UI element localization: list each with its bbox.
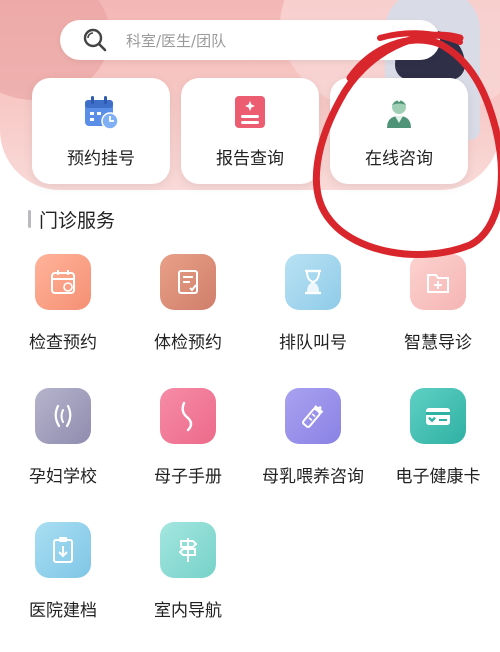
pregnancy-icon [54, 404, 72, 428]
section-marker [28, 210, 31, 228]
service-tile [35, 254, 91, 310]
medical-folder-icon [427, 274, 449, 293]
baby-bottle-icon [302, 405, 324, 428]
service-maternal-handbook[interactable]: 母子手册 [133, 388, 243, 487]
quick-action-online-consult[interactable]: 在线咨询 [330, 78, 468, 184]
signpost-icon [178, 538, 198, 562]
service-exam-appointment[interactable]: 检查预约 [8, 254, 118, 353]
service-tile [285, 388, 341, 444]
service-tile [285, 254, 341, 310]
hourglass-icon [305, 269, 321, 295]
service-hospital-record[interactable]: 医院建档 [8, 522, 118, 621]
quick-action-label: 在线咨询 [365, 149, 433, 169]
service-tile [35, 388, 91, 444]
service-breastfeeding-consult[interactable]: 母乳喂养咨询 [258, 388, 368, 487]
quick-action-label: 报告查询 [216, 149, 284, 169]
section-header-outpatient: 门诊服务 [28, 206, 115, 232]
service-tile [160, 522, 216, 578]
service-label: 母乳喂养咨询 [262, 467, 364, 487]
service-indoor-navigation[interactable]: 室内导航 [133, 522, 243, 621]
service-label: 体检预约 [154, 333, 222, 353]
service-label: 母子手册 [154, 467, 222, 487]
service-label: 孕妇学校 [29, 467, 97, 487]
quick-action-label: 预约挂号 [67, 149, 135, 169]
service-label: 室内导航 [154, 601, 222, 621]
calendar-icon [51, 270, 75, 294]
service-checkup-appointment[interactable]: 体检预约 [133, 254, 243, 353]
service-label: 排队叫号 [279, 333, 347, 353]
search-placeholder: 科室/医生/团队 [126, 31, 227, 50]
service-label: 医院建档 [29, 601, 97, 621]
service-tile [160, 388, 216, 444]
service-tile [410, 388, 466, 444]
service-maternity-school[interactable]: 孕妇学校 [8, 388, 118, 487]
service-tile [160, 254, 216, 310]
search-icon [83, 28, 107, 52]
service-smart-triage[interactable]: 智慧导诊 [383, 254, 493, 353]
calendar-clock-icon [85, 96, 119, 130]
service-queue-number[interactable]: 排队叫号 [258, 254, 368, 353]
doctor-icon [387, 97, 411, 128]
service-tile [35, 522, 91, 578]
search-bar[interactable]: 科室/医生/团队 [60, 20, 440, 60]
clipboard-icon [53, 537, 73, 563]
quick-action-appointment[interactable]: 预约挂号 [32, 78, 170, 184]
service-label: 电子健康卡 [395, 467, 481, 487]
service-health-card[interactable]: 电子健康卡 [383, 388, 493, 487]
health-card-icon [426, 408, 450, 425]
section-title: 门诊服务 [39, 209, 116, 232]
service-label: 智慧导诊 [404, 333, 472, 353]
checkup-form-icon [178, 270, 198, 294]
quick-action-report[interactable]: 报告查询 [181, 78, 319, 184]
service-label: 检查预约 [29, 333, 97, 353]
service-tile [410, 254, 466, 310]
maternal-booklet-icon [181, 401, 193, 432]
report-icon [235, 96, 265, 128]
